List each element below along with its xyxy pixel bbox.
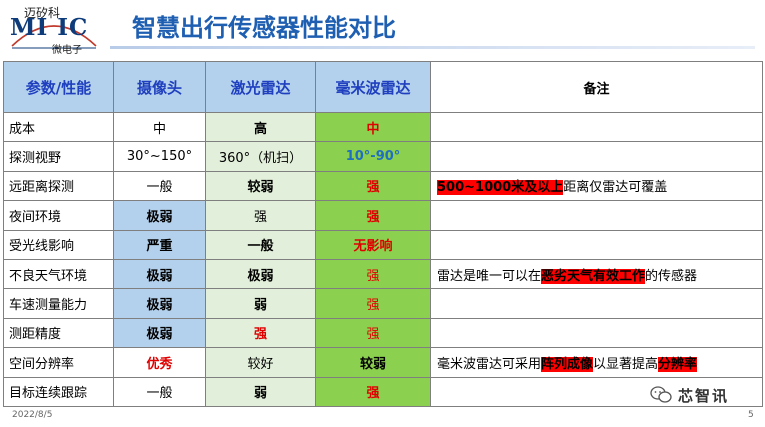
radar-cell: 强	[315, 317, 431, 349]
title-divider	[110, 46, 755, 49]
camera-cell: 中	[113, 111, 206, 143]
table-row: 目标连续跟踪 一般弱强	[3, 376, 763, 408]
note-highlight: 阵列成像	[541, 356, 594, 372]
radar-cell: 较弱	[315, 347, 431, 378]
radar-cell: 强	[315, 200, 431, 231]
note-cell: 毫米波雷达可采用阵列成像以显著提高分辨率	[430, 347, 763, 378]
logo-main-text: MI IC	[10, 14, 89, 41]
camera-cell: 一般	[113, 376, 206, 408]
note-text: 距离仅雷达可覆盖	[563, 180, 668, 196]
watermark: 芯智讯	[650, 383, 755, 407]
note-cell: 500~1000米及以上距离仅雷达可覆盖	[430, 170, 763, 202]
camera-cell: 极弱	[113, 258, 206, 290]
lidar-cell: 极弱	[205, 258, 316, 290]
table-row: 受光线影响 严重 一般 无影响	[3, 229, 763, 260]
note-highlight: 分辨率	[658, 356, 698, 372]
note-cell	[430, 141, 763, 172]
note-text: 以显著提高	[593, 356, 659, 372]
lidar-cell: 360°（机扫）	[205, 141, 316, 172]
param-cell: 测距精度	[3, 317, 114, 349]
sensor-comparison-table: 参数/性能 摄像头 激光雷达 毫米波雷达 备注 成本中高中探测视野 30°~150…	[3, 61, 763, 408]
note-cell	[430, 317, 763, 349]
radar-cell: 强	[315, 258, 431, 290]
radar-cell: 中	[315, 111, 431, 143]
camera-cell: 30°~150°	[113, 141, 206, 172]
page-title: 智慧出行传感器性能对比	[132, 14, 396, 42]
logo-bottom-text: 微电子	[52, 45, 82, 56]
header-radar: 毫米波雷达	[315, 61, 431, 113]
param-cell: 夜间环境	[3, 200, 114, 231]
wechat-icon	[650, 386, 672, 403]
camera-cell: 一般	[113, 170, 206, 202]
param-cell: 空间分辨率	[3, 347, 114, 378]
table-row: 成本中高中	[3, 111, 763, 143]
header-camera: 摄像头	[113, 61, 206, 113]
header-notes: 备注	[430, 61, 763, 113]
watermark-text: 芯智讯	[678, 386, 730, 405]
note-cell	[430, 200, 763, 231]
param-cell: 受光线影响	[3, 229, 114, 260]
radar-cell: 无影响	[315, 229, 431, 260]
param-cell: 探测视野	[3, 141, 114, 172]
company-logo: 迈矽科 MI IC 微电子	[8, 4, 98, 56]
note-highlight: 恶劣天气有效工作	[541, 268, 646, 284]
table-header-row: 参数/性能 摄像头 激光雷达 毫米波雷达 备注	[3, 61, 763, 113]
table-row: 空间分辨率 优秀 较好 较弱 毫米波雷达可采用阵列成像以显著提高分辨率	[3, 347, 763, 378]
lidar-cell: 高	[205, 111, 316, 143]
radar-cell: 强	[315, 376, 431, 408]
table-row: 远距离探测 一般 较弱强 500~1000米及以上距离仅雷达可覆盖	[3, 170, 763, 202]
page-number: 5	[748, 410, 754, 420]
camera-cell: 优秀	[113, 347, 206, 378]
lidar-cell: 较弱	[205, 170, 316, 202]
lidar-cell: 弱	[205, 376, 316, 408]
radar-cell: 强	[315, 170, 431, 202]
lidar-cell: 一般	[205, 229, 316, 260]
footer-date: 2022/8/5	[12, 410, 53, 420]
param-cell: 车速测量能力	[3, 288, 114, 319]
note-text: 雷达是唯一可以在	[437, 268, 542, 284]
table-row: 测距精度 极弱强强	[3, 317, 763, 349]
param-cell: 不良天气环境	[3, 258, 114, 290]
note-cell	[430, 288, 763, 319]
note-text: 毫米波雷达可采用	[437, 356, 542, 372]
lidar-cell: 弱	[205, 288, 316, 319]
note-highlight: 500~1000米及以上	[437, 180, 564, 196]
note-cell	[430, 229, 763, 260]
camera-cell: 极弱	[113, 288, 206, 319]
note-cell	[430, 111, 763, 143]
note-text: 的传感器	[645, 268, 698, 284]
table-row: 车速测量能力 极弱弱强	[3, 288, 763, 319]
lidar-cell: 强	[205, 200, 316, 231]
radar-cell: 强	[315, 288, 431, 319]
table-row: 探测视野 30°~150° 360°（机扫） 10°-90°	[3, 141, 763, 172]
camera-cell: 极弱	[113, 317, 206, 349]
radar-cell: 10°-90°	[315, 141, 431, 172]
lidar-cell: 较好	[205, 347, 316, 378]
camera-cell: 极弱	[113, 200, 206, 231]
note-cell: 雷达是唯一可以在恶劣天气有效工作的传感器	[430, 258, 763, 290]
param-cell: 成本	[3, 111, 114, 143]
param-cell: 目标连续跟踪	[3, 376, 114, 408]
header-lidar: 激光雷达	[205, 61, 316, 113]
camera-cell: 严重	[113, 229, 206, 260]
param-cell: 远距离探测	[3, 170, 114, 202]
table-row: 夜间环境 极弱强强	[3, 200, 763, 231]
lidar-cell: 强	[205, 317, 316, 349]
table-body: 成本中高中探测视野 30°~150° 360°（机扫） 10°-90° 远距离探测 一般较…	[3, 111, 763, 408]
header-param: 参数/性能	[3, 61, 114, 113]
table-row: 不良天气环境 极弱 极弱强雷达是唯一可以在恶劣天气有效工作的传感器	[3, 258, 763, 290]
